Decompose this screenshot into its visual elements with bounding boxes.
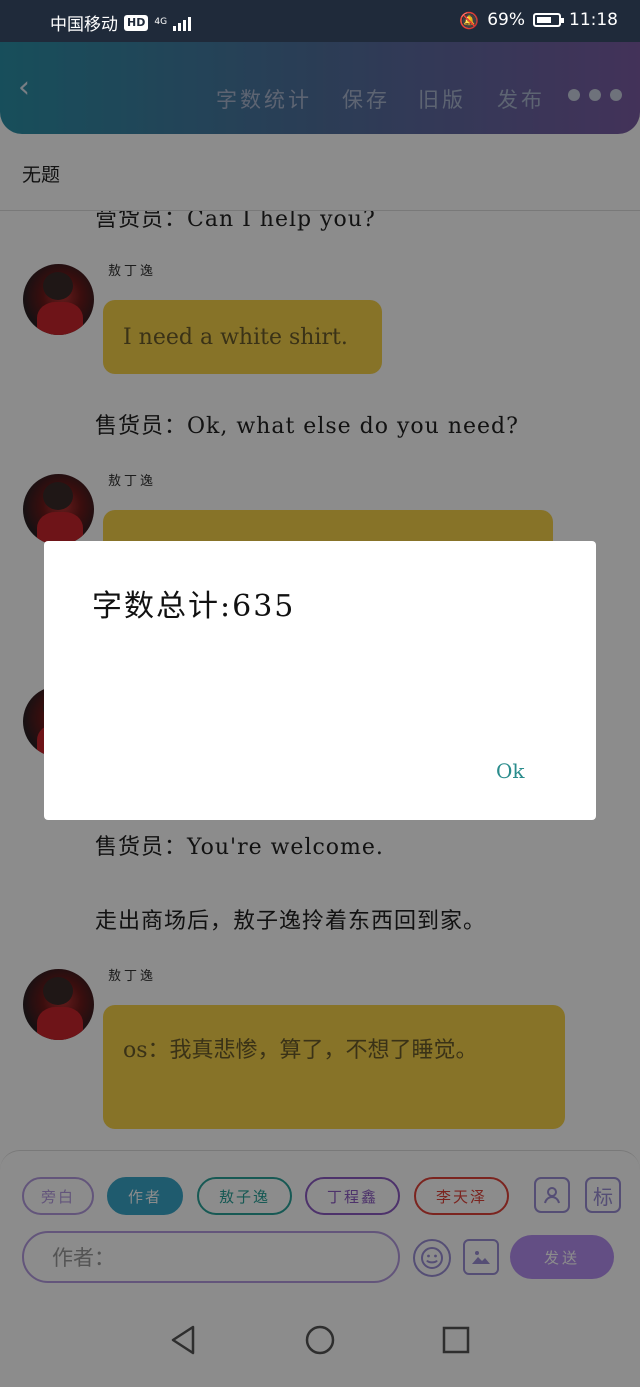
mute-icon: 🔕 <box>459 10 480 30</box>
battery-icon <box>533 13 564 27</box>
ok-button[interactable]: Ok <box>496 759 525 783</box>
word-count-dialog: 字数总计:635 Ok <box>44 541 596 820</box>
word-count-message: 字数总计:635 <box>92 589 296 624</box>
clock: 11:18 <box>569 10 618 30</box>
signal-icon <box>173 15 192 31</box>
carrier-label: 中国移动 <box>50 15 118 35</box>
network-type: 4G <box>154 17 168 27</box>
status-bar: 中国移动 HD 4G 🔕 69% 11:18 <box>0 0 640 42</box>
hd-badge: HD <box>124 14 149 31</box>
battery-percent: 69% <box>487 10 525 30</box>
